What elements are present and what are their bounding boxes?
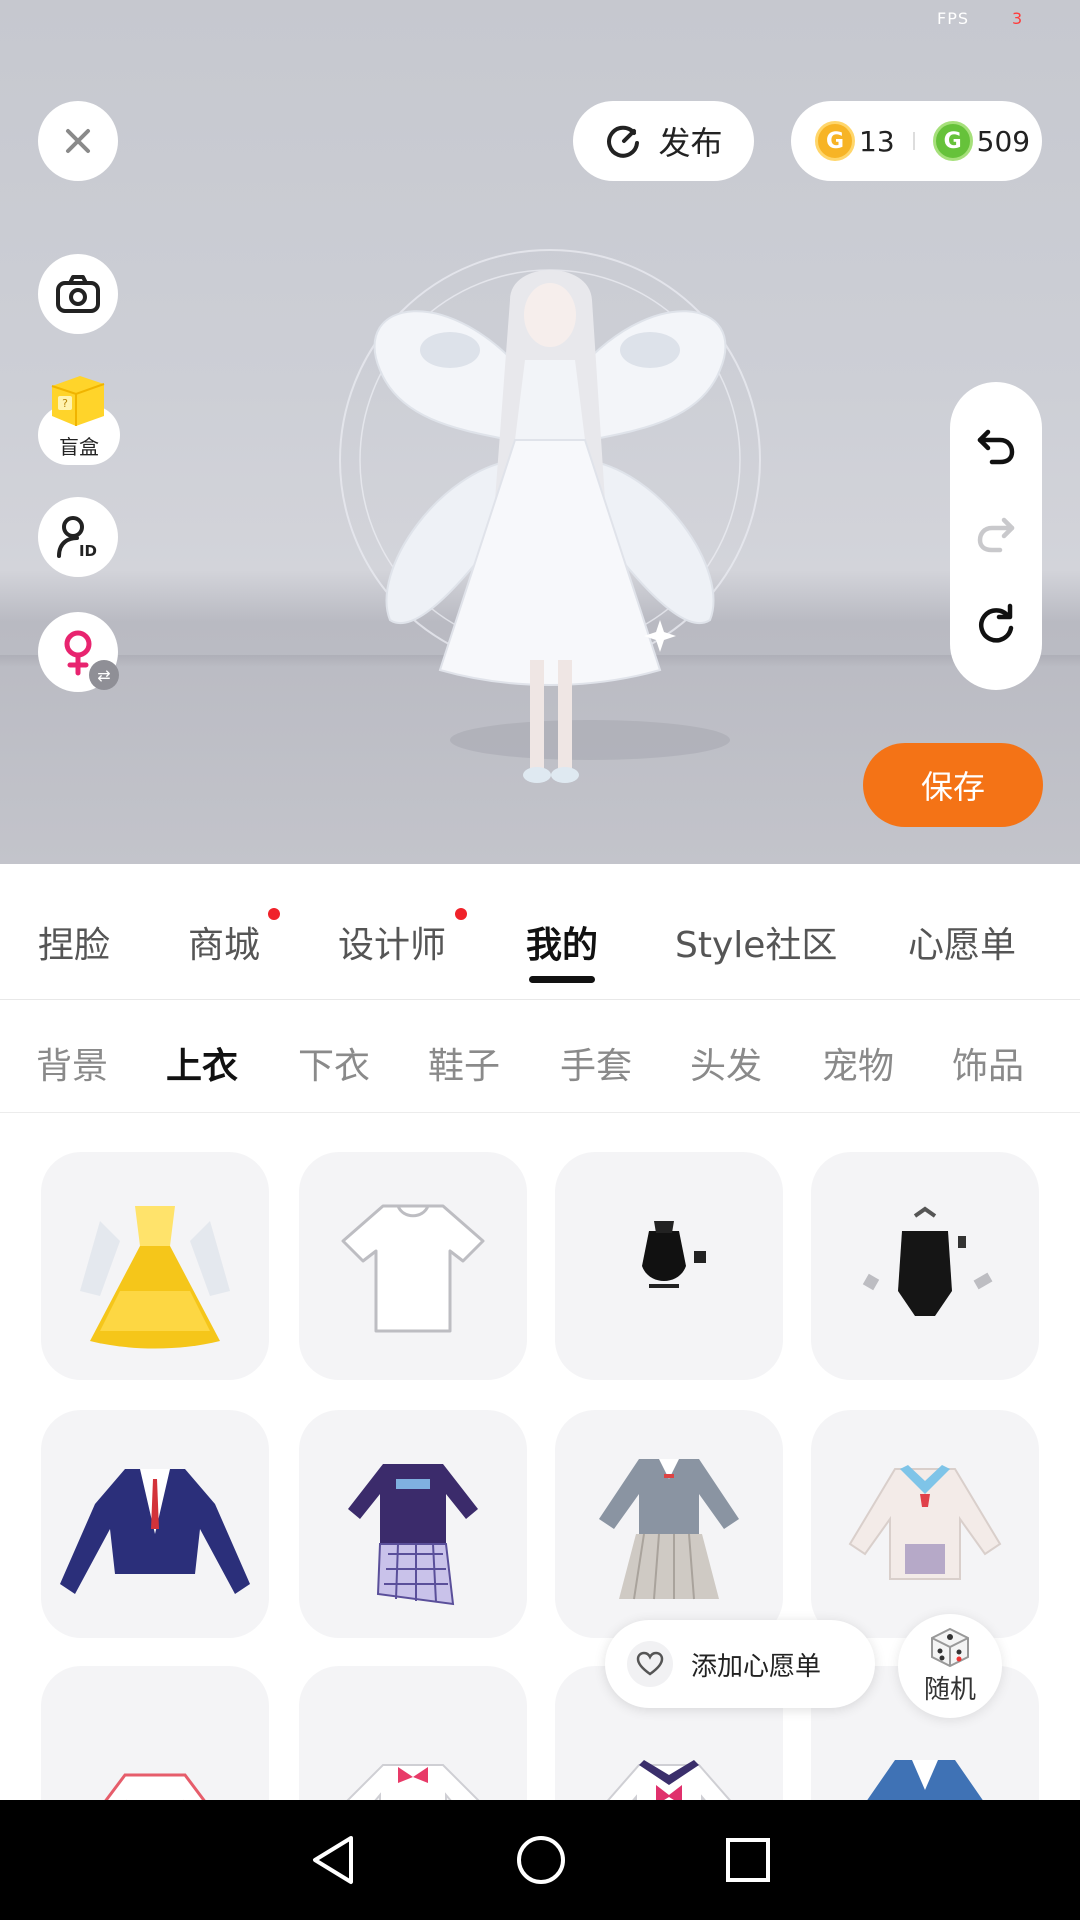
camera-icon: [56, 275, 100, 313]
category-pets[interactable]: 宠物: [822, 1037, 894, 1089]
item-tile-sailor-cardigan[interactable]: [811, 1410, 1039, 1638]
navy-blazer-image: [60, 1469, 250, 1594]
item-tile-navy-blazer[interactable]: [41, 1410, 269, 1638]
svg-text:?: ?: [62, 397, 68, 410]
close-button[interactable]: [38, 101, 118, 181]
currency-display: G 13 G 509: [791, 101, 1042, 181]
tab-mine[interactable]: 我的: [526, 916, 598, 968]
active-tab-indicator: [529, 976, 595, 983]
fps-label: FPS: [937, 9, 970, 28]
category-shoes[interactable]: 鞋子: [428, 1037, 500, 1089]
system-navigation-bar: [0, 1800, 1080, 1920]
item-tile-black-corset[interactable]: [555, 1152, 783, 1380]
camera-button[interactable]: [38, 254, 118, 334]
tab-designer-badge: [455, 908, 467, 920]
item-tile-yellow-gown[interactable]: [41, 1152, 269, 1380]
home-icon[interactable]: [515, 1834, 567, 1886]
black-bodysuit-image: [862, 1206, 993, 1316]
red-outline-shirt-image: [104, 1773, 206, 1800]
close-icon: [66, 129, 90, 153]
redo-icon[interactable]: [974, 514, 1018, 554]
tab-face[interactable]: 捏脸: [38, 916, 110, 968]
avatar-id-button[interactable]: ID: [38, 497, 118, 577]
green-coin-count: 509: [976, 124, 1031, 158]
green-coin-icon: G: [932, 121, 973, 161]
heart-icon: [627, 1641, 673, 1687]
sailor-cardigan-image: [848, 1465, 1002, 1580]
category-bottom[interactable]: 下衣: [298, 1037, 370, 1089]
blue-jacket-image: [867, 1760, 983, 1800]
history-controls: [950, 382, 1042, 690]
category-accessories[interactable]: 饰品: [952, 1037, 1024, 1089]
add-wishlist-label: 添加心愿单: [691, 1651, 822, 1682]
white-tshirt-image: [341, 1204, 485, 1333]
publish-button[interactable]: 发布: [573, 101, 754, 181]
user-id-icon: ID: [57, 516, 97, 560]
currency-divider: [912, 132, 915, 150]
save-button[interactable]: 保存: [863, 743, 1043, 827]
recents-icon[interactable]: [725, 1837, 771, 1883]
random-label: 随机: [923, 1674, 976, 1705]
dice-icon: [931, 1627, 969, 1667]
blind-box-label: 盲盒: [59, 435, 99, 459]
avatar-stage[interactable]: FPS 3 发布 G 13 G 509 ? 盲盒 ID ⇄ 保存: [0, 0, 1080, 864]
tab-style-community[interactable]: Style社区: [675, 916, 837, 968]
main-tabs: 捏脸 商城 设计师 我的 Style社区 心愿单: [0, 864, 1080, 1000]
white-bow-shirt-image: [346, 1764, 480, 1800]
back-icon[interactable]: [309, 1834, 357, 1886]
black-corset-image: [642, 1221, 706, 1288]
white-sailor-shirt-image: [607, 1760, 731, 1800]
item-tile-purple-sweater[interactable]: [299, 1410, 527, 1638]
avatar-character: [339, 249, 761, 783]
tab-wishlist[interactable]: 心愿单: [908, 916, 1016, 968]
item-tile-white-tshirt[interactable]: [299, 1152, 527, 1380]
grey-uniform-image: [599, 1459, 739, 1600]
purple-sweater-image: [348, 1464, 478, 1606]
undo-icon[interactable]: [974, 426, 1018, 466]
fps-value: 3: [1012, 9, 1023, 28]
tab-shop-badge: [268, 908, 280, 920]
gold-coin-count: 13: [859, 124, 895, 158]
category-tabs: 背景 上衣 下衣 鞋子 手套 头发 宠物 饰品: [0, 1001, 1080, 1113]
blind-box-icon: ?: [51, 376, 105, 426]
reset-icon[interactable]: [974, 602, 1018, 646]
svg-text:ID: ID: [79, 542, 97, 560]
item-tile-grey-uniform[interactable]: [555, 1410, 783, 1638]
gold-coin-icon: G: [815, 121, 855, 161]
tab-shop[interactable]: 商城: [188, 916, 260, 968]
swap-icon: ⇄: [89, 660, 119, 690]
category-background[interactable]: 背景: [36, 1037, 108, 1089]
random-button[interactable]: 随机: [898, 1614, 1002, 1718]
tab-designer[interactable]: 设计师: [338, 916, 446, 968]
item-tile-black-bodysuit[interactable]: [811, 1152, 1039, 1380]
item-tile-white-bow-shirt[interactable]: [299, 1666, 527, 1800]
add-wishlist-button[interactable]: 添加心愿单: [605, 1620, 875, 1708]
category-top[interactable]: 上衣: [166, 1037, 238, 1089]
category-gloves[interactable]: 手套: [560, 1037, 632, 1089]
publish-label: 发布: [658, 124, 723, 162]
yellow-gown-image: [80, 1206, 230, 1349]
category-hair[interactable]: 头发: [690, 1037, 762, 1089]
publish-icon: [607, 125, 640, 158]
item-tile-red-outline-shirt[interactable]: [41, 1666, 269, 1800]
